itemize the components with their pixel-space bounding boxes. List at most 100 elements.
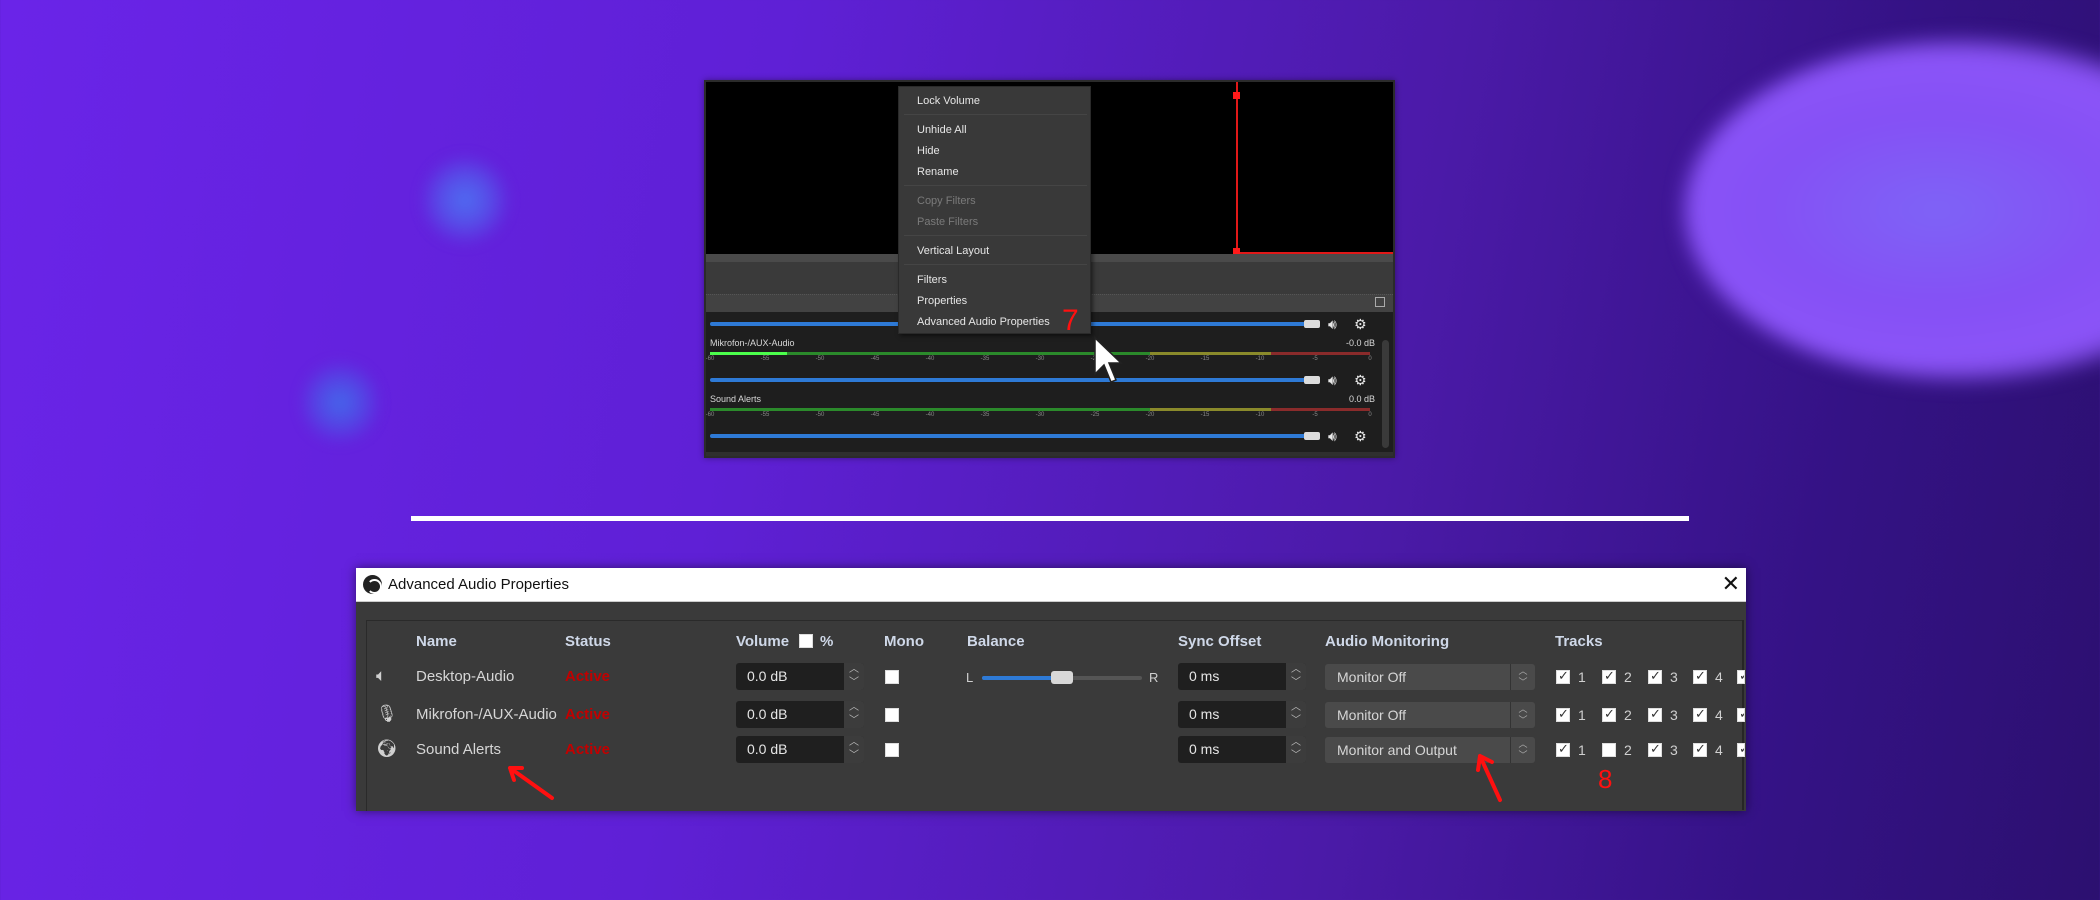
volume-spinbox[interactable]: 0.0 dB ︿ ﹀ [736, 701, 864, 728]
track-checkbox[interactable] [1737, 708, 1745, 722]
chevron-up-icon[interactable]: ︿ [1289, 664, 1303, 676]
track-checkbox[interactable] [1602, 743, 1616, 757]
source-name: Sound Alerts [416, 741, 502, 758]
chevron-down-icon[interactable]: ﹀ [1289, 750, 1303, 762]
mixer-scrollbar[interactable] [1382, 340, 1389, 448]
track-checkbox[interactable] [1602, 668, 1616, 684]
balance-fill [982, 676, 1062, 680]
track-checkbox[interactable] [1648, 741, 1662, 757]
track-checkbox[interactable] [1556, 706, 1570, 722]
volume-slider[interactable] [710, 434, 1320, 438]
meter-tick-label: -60 [705, 412, 715, 418]
volume-slider-handle[interactable] [1304, 432, 1320, 440]
track-checkbox[interactable] [1602, 706, 1616, 722]
menu-item-advanced-audio-properties[interactable]: Advanced Audio Properties [917, 316, 1050, 328]
meter-tick-label: -20 [1145, 356, 1155, 362]
audio-monitoring-value: Monitor Off [1337, 707, 1406, 723]
chevron-down-icon[interactable]: ﹀ [847, 750, 861, 762]
audio-monitoring-select[interactable]: Monitor Off ︿ ﹀ [1325, 664, 1535, 690]
menu-item-filters[interactable]: Filters [917, 274, 947, 286]
gear-icon[interactable]: ⚙ [1354, 429, 1367, 443]
chevron-down-icon[interactable]: ﹀ [1289, 677, 1303, 689]
track-checkbox[interactable] [1556, 741, 1570, 757]
volume-value[interactable]: 0.0 dB [747, 706, 787, 722]
column-header-mono: Mono [884, 633, 924, 650]
sync-offset-value[interactable]: 0 ms [1189, 706, 1219, 722]
sync-offset-value[interactable]: 0 ms [1189, 668, 1219, 684]
menu-separator [904, 264, 1087, 265]
mono-checkbox[interactable] [885, 670, 899, 684]
menu-item-rename[interactable]: Rename [917, 166, 959, 178]
chevron-down-icon[interactable]: ﹀ [1289, 715, 1303, 727]
sync-offset-value[interactable]: 0 ms [1189, 741, 1219, 757]
speaker-icon[interactable]: 🔊︎ [1328, 429, 1337, 443]
gear-icon[interactable]: ⚙ [1354, 317, 1367, 331]
track-label: 4 [1715, 669, 1723, 685]
speaker-icon[interactable]: 🔊︎ [1328, 317, 1337, 331]
sync-offset-spinbox[interactable]: 0 ms ︿ ﹀ [1178, 701, 1306, 728]
track-checkbox[interactable] [1693, 668, 1707, 684]
chevron-up-icon[interactable]: ︿ [847, 737, 861, 749]
column-header-sync-offset: Sync Offset [1178, 633, 1262, 650]
volume-slider-handle[interactable] [1304, 320, 1320, 328]
meter-tick-label: -55 [760, 412, 770, 418]
dialog-title: Advanced Audio Properties [388, 576, 569, 593]
balance-slider[interactable] [982, 671, 1142, 684]
track-checkbox[interactable] [1737, 743, 1745, 757]
volume-slider-handle[interactable] [1304, 376, 1320, 384]
audio-monitoring-select[interactable]: Monitor Off ︿ ﹀ [1325, 702, 1535, 728]
sync-offset-spinbox[interactable]: 0 ms ︿ ﹀ [1178, 736, 1306, 763]
context-menu: Lock Volume Unhide All Hide Rename Copy … [898, 86, 1091, 334]
menu-item-properties[interactable]: Properties [917, 295, 967, 307]
close-button[interactable]: ✕ [1722, 571, 1740, 597]
chevron-up-icon[interactable]: ︿ [847, 664, 861, 676]
menu-item-lock-volume[interactable]: Lock Volume [917, 95, 980, 107]
volume-value[interactable]: 0.0 dB [747, 668, 787, 684]
gear-icon[interactable]: ⚙ [1354, 373, 1367, 387]
column-header-name: Name [416, 633, 457, 650]
volume-value[interactable]: 0.0 dB [747, 741, 787, 757]
volume-spinbox[interactable]: 0.0 dB ︿ ﹀ [736, 663, 864, 690]
track-label: 3 [1670, 669, 1678, 685]
balance-right-label: R [1149, 670, 1159, 685]
volume-meter [710, 408, 1370, 411]
undock-icon[interactable] [1375, 297, 1385, 307]
meter-tick-label: -30 [1035, 412, 1045, 418]
meter-tick-label: -15 [1200, 412, 1210, 418]
chevron-up-icon[interactable]: ︿ [847, 702, 861, 714]
mono-checkbox[interactable] [885, 708, 899, 722]
track-checkbox[interactable] [1693, 706, 1707, 722]
chevron-up-icon[interactable]: ︿ [1289, 702, 1303, 714]
volume-spinbox[interactable]: 0.0 dB ︿ ﹀ [736, 736, 864, 763]
chevron-down-icon[interactable]: ﹀ [847, 677, 861, 689]
chevron-down-icon[interactable]: ﹀ [847, 715, 861, 727]
mono-checkbox[interactable] [885, 743, 899, 757]
track-checkbox[interactable] [1693, 741, 1707, 757]
audio-monitoring-value: Monitor and Output [1337, 742, 1457, 758]
sync-offset-spinbox[interactable]: 0 ms ︿ ﹀ [1178, 663, 1306, 690]
volume-slider[interactable] [710, 378, 1320, 382]
speaker-icon[interactable]: 🔊︎ [1328, 373, 1337, 387]
meter-ticks: -60-55-50-45-40-35-30-25-20-15-10-50 [706, 412, 1372, 422]
menu-item-hide[interactable]: Hide [917, 145, 940, 157]
meter-tick-label: -50 [815, 356, 825, 362]
track-checkbox[interactable] [1648, 668, 1662, 684]
step-annotation: 8 [1598, 764, 1613, 794]
meter-tick-label: -10 [1255, 412, 1265, 418]
selection-bounds [1236, 82, 1238, 254]
track-checkbox[interactable] [1648, 706, 1662, 722]
chevron-up-icon[interactable]: ︿ [1289, 737, 1303, 749]
mixer-channel-db: -0.0 dB [1345, 338, 1375, 348]
meter-tick-label: -35 [980, 356, 990, 362]
track-checkbox[interactable] [1737, 670, 1745, 684]
resize-handle[interactable] [1233, 92, 1240, 99]
menu-item-vertical-layout[interactable]: Vertical Layout [917, 245, 989, 257]
track-checkbox[interactable] [1556, 668, 1570, 684]
volume-percent-checkbox[interactable] [799, 634, 813, 648]
menu-item-unhide-all[interactable]: Unhide All [917, 124, 967, 136]
track-label: 2 [1624, 707, 1632, 723]
meter-tick-label: 0 [1368, 412, 1372, 418]
balance-left-label: L [966, 670, 974, 685]
balance-slider-handle[interactable] [1051, 671, 1073, 684]
globe-icon: 🌍︎ [376, 739, 398, 758]
